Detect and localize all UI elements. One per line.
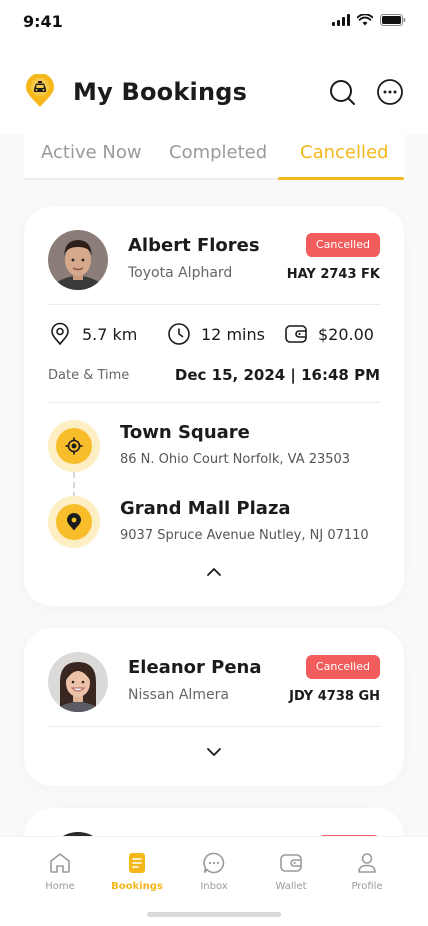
booking-card[interactable]: Albert Flores Toyota Alphard Cancelled H… — [24, 206, 404, 606]
datetime-label: Date & Time — [48, 368, 130, 383]
status-badge: Cancelled — [305, 655, 380, 679]
divider — [48, 402, 380, 403]
bookings-icon — [129, 853, 145, 873]
dropoff-marker — [48, 496, 100, 548]
nav-label: Inbox — [200, 881, 228, 892]
wallet-icon — [280, 854, 302, 872]
distance-stat: 5.7 km — [48, 322, 137, 346]
chevron-up-icon[interactable] — [204, 562, 224, 582]
price-value: $20.00 — [318, 324, 374, 344]
crosshair-icon — [65, 437, 83, 455]
wifi-icon — [357, 14, 373, 26]
nav-label: Wallet — [275, 881, 307, 892]
duration-stat: 12 mins — [167, 322, 265, 346]
pickup-address: 86 N. Ohio Court Norfolk, VA 23503 — [120, 452, 351, 467]
divider — [48, 726, 380, 727]
clock-icon — [168, 323, 190, 345]
license-plate: HAY 2743 FK — [286, 267, 380, 282]
booking-card[interactable]: Eleanor Pena Nissan Almera Cancelled JDY… — [24, 628, 404, 786]
nav-label: Profile — [351, 881, 383, 892]
profile-icon — [358, 853, 376, 873]
duration-value: 12 mins — [201, 324, 265, 344]
tab-completed[interactable]: Completed — [169, 142, 267, 163]
location-pin-icon — [67, 513, 81, 531]
inbox-icon — [203, 852, 225, 874]
location-pin-icon — [51, 322, 69, 346]
chevron-down-icon[interactable] — [204, 742, 224, 762]
battery-icon — [380, 14, 406, 26]
driver-name: Albert Flores — [128, 235, 260, 256]
page-title: My Bookings — [73, 78, 248, 106]
more-options-icon[interactable] — [376, 78, 404, 106]
route-connector — [73, 472, 75, 498]
nav-inbox[interactable]: Inbox — [179, 851, 249, 892]
home-indicator — [147, 912, 281, 917]
driver-avatar — [48, 652, 108, 712]
nav-home[interactable]: Home — [25, 851, 95, 892]
license-plate: JDY 4738 GH — [289, 689, 380, 704]
app-header: My Bookings — [0, 44, 428, 134]
wallet-icon — [285, 325, 307, 343]
nav-label: Home — [45, 881, 75, 892]
pickup-marker — [48, 420, 100, 472]
nav-bookings[interactable]: Bookings — [102, 851, 172, 892]
home-icon — [50, 853, 70, 873]
status-time: 9:41 — [23, 12, 63, 31]
divider — [48, 304, 380, 305]
search-icon[interactable] — [328, 78, 356, 106]
driver-avatar — [48, 230, 108, 290]
distance-value: 5.7 km — [82, 324, 138, 344]
status-icons — [332, 14, 406, 26]
nav-label: Bookings — [111, 881, 163, 892]
nav-profile[interactable]: Profile — [332, 851, 402, 892]
taxi-logo-icon — [26, 74, 54, 107]
tab-cancelled[interactable]: Cancelled — [300, 142, 388, 163]
datetime-value: Dec 15, 2024 | 16:48 PM — [174, 366, 380, 384]
signal-icon — [332, 14, 350, 26]
nav-wallet[interactable]: Wallet — [256, 851, 326, 892]
bookings-screen: 9:41 My Bookings Active Now Completed Ca… — [0, 0, 428, 926]
driver-name: Eleanor Pena — [128, 657, 262, 678]
car-model: Nissan Almera — [128, 687, 229, 703]
pickup-name: Town Square — [120, 422, 250, 443]
status-badge: Cancelled — [305, 233, 380, 257]
price-stat: $20.00 — [284, 322, 374, 346]
booking-tabs: Active Now Completed Cancelled — [24, 134, 404, 181]
dropoff-name: Grand Mall Plaza — [120, 498, 291, 519]
dropoff-address: 9037 Spruce Avenue Nutley, NJ 07110 — [120, 528, 369, 543]
car-model: Toyota Alphard — [128, 265, 233, 281]
status-bar: 9:41 — [0, 0, 428, 44]
tab-active-now[interactable]: Active Now — [41, 142, 142, 163]
